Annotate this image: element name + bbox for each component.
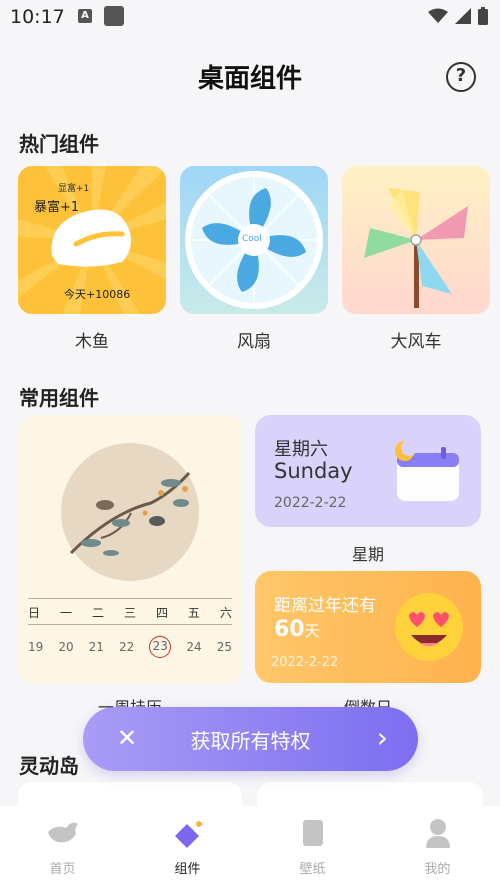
widget-icon — [174, 821, 202, 848]
help-button[interactable]: ? — [446, 62, 476, 92]
bird-painting-image — [61, 443, 199, 581]
week-day-cn: 星期六 — [274, 439, 328, 460]
tab-wallpaper[interactable]: 壁纸 — [250, 806, 375, 888]
privilege-text: 获取所有特权 — [190, 729, 311, 753]
bottom-tab-bar: 首页 组件 壁纸 我的 — [0, 806, 500, 888]
widget-muyu-card[interactable]: 显富+1 暴富+1 今天+10086 — [18, 166, 166, 314]
weekday: 五 — [187, 606, 200, 620]
calendar-moon-icon — [395, 440, 459, 501]
calendar-divider-bottom — [28, 624, 232, 625]
calendar-weekdays: 日 一 二 三 四 五 六 — [28, 604, 232, 621]
calendar-dates: 19 20 21 22 23 24 25 — [28, 636, 232, 658]
tab-label: 壁纸 — [299, 862, 326, 877]
tab-home[interactable]: 首页 — [0, 806, 125, 888]
countdown-days: 60天 — [274, 617, 320, 642]
signal-icon — [455, 8, 471, 24]
widget-windmill-label: 大风车 — [390, 332, 442, 352]
weekday: 日 — [28, 606, 41, 620]
person-icon — [425, 819, 450, 848]
tab-label: 首页 — [49, 862, 76, 877]
countdown-days-value: 60 — [274, 617, 305, 642]
widget-fan-label: 风扇 — [237, 332, 271, 352]
status-icons — [428, 7, 488, 25]
week-day-en: Sunday — [274, 459, 353, 483]
chevron-right-icon[interactable]: › — [377, 721, 388, 755]
notification-square-icon — [104, 6, 124, 26]
page-title: 桌面组件 — [197, 64, 302, 94]
privilege-bar[interactable]: ✕ 获取所有特权 › — [83, 707, 418, 771]
heart-eyes-emoji-icon — [395, 593, 463, 661]
widget-week-label: 星期 — [351, 545, 384, 564]
bird-icon — [47, 822, 78, 843]
widget-countdown-card[interactable]: 距离过年还有 60天 2022-2-22 — [255, 571, 481, 683]
countdown-date: 2022-2-22 — [271, 655, 339, 670]
widget-windmill-card[interactable] — [342, 166, 490, 314]
muyu-small-text: 显富+1 — [58, 184, 90, 194]
tab-label: 我的 — [424, 862, 451, 877]
tab-widgets[interactable]: 组件 — [125, 806, 250, 888]
widget-fan-card[interactable]: Cool — [180, 166, 328, 314]
weekday: 四 — [155, 606, 168, 620]
section-title-dynamic: 灵动岛 — [19, 754, 79, 778]
calendar-date: 22 — [118, 640, 135, 654]
fan-center-text: Cool — [242, 234, 262, 244]
muyu-today-text: 今天+10086 — [64, 288, 131, 301]
windmill-icon — [364, 188, 468, 308]
tab-profile[interactable]: 我的 — [375, 806, 500, 888]
countdown-title: 距离过年还有 — [274, 596, 376, 616]
weekday: 三 — [123, 606, 136, 620]
countdown-days-unit: 天 — [304, 622, 320, 640]
weekday: 六 — [219, 606, 232, 620]
weekday: 一 — [59, 606, 72, 620]
muyu-big-text: 暴富+1 — [34, 200, 80, 215]
wallpaper-icon — [302, 820, 323, 846]
calendar-divider-top — [28, 598, 232, 599]
calendar-date: 19 — [28, 640, 44, 654]
week-date: 2022-2-22 — [274, 495, 347, 511]
calendar-date: 21 — [88, 640, 104, 654]
section-title-hot: 热门组件 — [19, 132, 99, 156]
section-title-common: 常用组件 — [19, 386, 99, 410]
notification-a-icon: A — [78, 9, 92, 23]
wifi-icon — [428, 8, 448, 23]
widget-muyu-label: 木鱼 — [75, 332, 109, 352]
battery-icon — [478, 7, 488, 25]
weekday: 二 — [91, 606, 104, 620]
status-bar: 10:17 A — [0, 0, 500, 34]
calendar-date: 20 — [58, 640, 74, 654]
calendar-date: 24 — [186, 640, 202, 654]
calendar-date: 25 — [216, 640, 232, 654]
status-time: 10:17 — [10, 6, 65, 28]
widget-week-card[interactable]: 星期六 Sunday 2022-2-22 — [255, 415, 481, 527]
tab-label: 组件 — [174, 862, 201, 877]
calendar-date-today: 23 — [149, 636, 172, 658]
